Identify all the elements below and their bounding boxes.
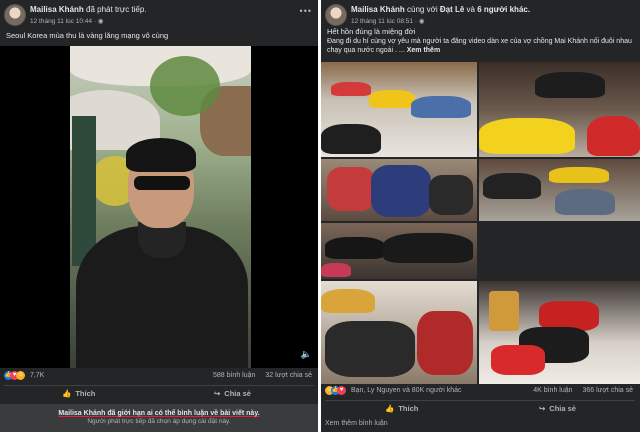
share-button[interactable]: ↪ Chia sẻ (539, 404, 576, 413)
love-reaction-icon: ♥ (337, 386, 346, 395)
like-button[interactable]: 👍 Thích (385, 404, 418, 413)
author-line: Mailisa Khánh cùng với Đạt Lê và 6 người… (351, 5, 530, 14)
reaction-summary[interactable]: Bạn, Ly Nguyen và 80K người khác (351, 387, 462, 394)
globe-icon: ◉ (97, 18, 104, 25)
reaction-count[interactable]: 7,7K (30, 372, 44, 379)
comment-restriction-notice: Mailisa Khánh đã giới hạn ai có thể bình… (0, 404, 318, 432)
grid-photo-7[interactable] (479, 281, 640, 384)
grid-photo-5[interactable] (321, 223, 477, 279)
caption-line-2: Đang đi du hí cùng vợ yêu mà người ta đă… (327, 38, 632, 54)
share-label: Chia sẻ (224, 389, 251, 398)
comment-count[interactable]: 588 bình luận (213, 372, 255, 379)
right-post: Mailisa Khánh cùng với Đạt Lê và 6 người… (321, 0, 640, 432)
post-time[interactable]: 12 tháng 11 lúc 10:44 · ◉ (30, 17, 104, 25)
comment-count[interactable]: 4K bình luận (533, 387, 572, 394)
and-text: và (466, 5, 475, 14)
reaction-bar[interactable]: 👍♥☺ 7,7K 588 bình luận 32 lượt chia sẻ (4, 371, 314, 383)
like-label: Thích (75, 389, 96, 398)
post-time-text[interactable]: 12 tháng 11 lúc 08:51 · (351, 18, 417, 25)
post-time-text[interactable]: 12 tháng 11 lúc 10:44 · (30, 18, 96, 25)
post-caption: Seoul Korea mùa thu là vàng lăng mạng vô… (6, 31, 169, 40)
live-video[interactable]: 🔈 (0, 46, 318, 368)
haha-reaction-icon: ☺ (16, 371, 25, 380)
author-name[interactable]: Mailisa Khánh (30, 5, 84, 14)
notice-text: Mailisa Khánh đã giới hạn ai có thể bình… (58, 410, 260, 417)
grid-photo-1[interactable] (321, 62, 477, 157)
speaker-icon[interactable]: 🔈 (301, 349, 312, 360)
grid-photo-6[interactable] (321, 281, 477, 384)
sunglasses (134, 176, 190, 190)
photo-grid (321, 62, 640, 384)
thumbs-up-icon: 👍 (62, 389, 72, 398)
grid-photo-3[interactable] (321, 159, 477, 221)
left-post: Mailisa Khánh đã phát trực tiếp. 12 thán… (0, 0, 318, 432)
globe-icon: ◉ (418, 18, 425, 25)
video-frame (70, 46, 251, 368)
avatar[interactable] (325, 4, 347, 26)
like-label: Thích (398, 404, 419, 413)
post-time[interactable]: 12 tháng 11 lúc 08:51 · ◉ (351, 17, 425, 25)
grid-photo-4[interactable] (479, 159, 640, 221)
post-caption: Hết hồn đúng là miệng đời Đang đi du hí … (327, 27, 637, 55)
more-options-icon[interactable]: ••• (300, 6, 312, 16)
author-line: Mailisa Khánh đã phát trực tiếp. (30, 5, 147, 14)
tagged-others[interactable]: 6 người khác. (477, 5, 530, 14)
notice-subtext: Người phát trực tiếp đã chọn áp dụng cài… (87, 418, 231, 425)
avatar[interactable] (4, 4, 26, 26)
share-count[interactable]: 32 lượt chia sẻ (265, 372, 312, 379)
tagged-person[interactable]: Đạt Lê (440, 5, 464, 14)
action-bar: 👍 Thích ↪ Chia sẻ (4, 385, 314, 403)
caption-line-1: Hết hồn đúng là miệng đời (327, 27, 416, 36)
action-bar: 👍 Thích ↪ Chia sẻ (325, 400, 635, 418)
share-label: Chia sẻ (549, 404, 576, 413)
grid-photo-2[interactable] (479, 62, 640, 157)
author-name[interactable]: Mailisa Khánh (351, 5, 405, 14)
with-text: cùng với (407, 5, 438, 14)
reaction-bar[interactable]: ☺👍♥ Bạn, Ly Nguyen và 80K người khác 4K … (325, 386, 635, 398)
share-icon: ↪ (539, 404, 546, 413)
see-more-link[interactable]: Xem thêm (407, 47, 440, 54)
post-header: Mailisa Khánh đã phát trực tiếp. 12 thán… (4, 4, 304, 30)
see-more-comments-link[interactable]: Xem thêm bình luận (325, 420, 388, 427)
share-icon: ↪ (214, 389, 221, 398)
author-action: đã phát trực tiếp. (86, 5, 147, 14)
share-count[interactable]: 366 lượt chia sẻ (582, 387, 633, 394)
street-sign (72, 116, 96, 266)
thumbs-up-icon: 👍 (385, 404, 395, 413)
like-button[interactable]: 👍 Thích (62, 389, 95, 398)
share-button[interactable]: ↪ Chia sẻ (214, 389, 251, 398)
